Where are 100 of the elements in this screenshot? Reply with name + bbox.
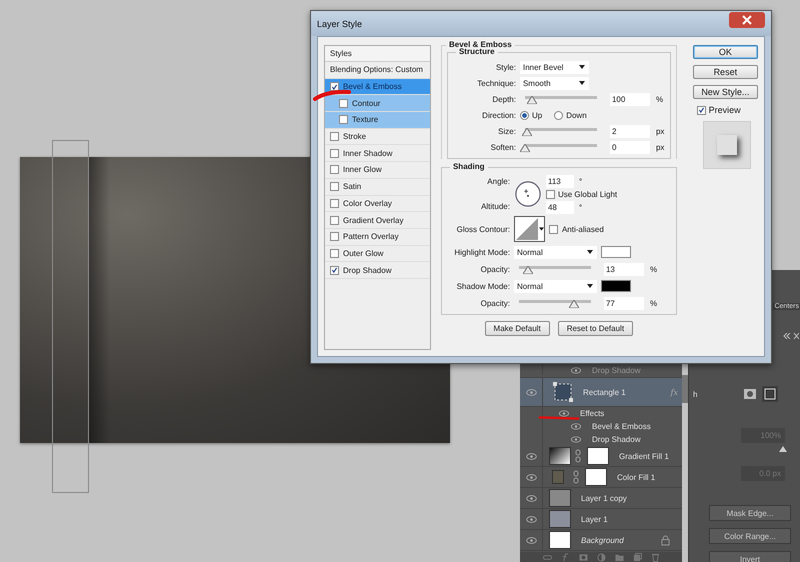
dropdown[interactable]: Normal xyxy=(514,280,597,292)
panel-button[interactable]: Invert xyxy=(709,551,791,562)
style-label: Blending Options: Custom xyxy=(330,65,423,74)
layer-row[interactable]: Effects xyxy=(520,407,682,420)
dialog-button[interactable]: OK xyxy=(692,45,758,59)
value-field[interactable]: 100 xyxy=(610,92,650,106)
eye-icon[interactable] xyxy=(526,516,536,522)
chain-link-icon[interactable] xyxy=(573,470,579,484)
layer-row[interactable]: Layer 1 xyxy=(520,509,682,530)
close-icon[interactable] xyxy=(729,12,765,28)
panel-button[interactable]: Color Range... xyxy=(709,528,791,544)
style-item[interactable]: Outer Glow xyxy=(325,246,430,262)
color-swatch[interactable] xyxy=(600,246,631,258)
slider-thumb[interactable] xyxy=(523,266,534,274)
style-item[interactable]: Pattern Overlay xyxy=(325,228,430,246)
style-item[interactable]: Color Overlay xyxy=(325,196,430,212)
checkbox[interactable] xyxy=(339,115,348,124)
radio-label: Down xyxy=(566,110,587,120)
layer-row[interactable]: Gradient Fill 1 xyxy=(520,446,682,467)
dropdown[interactable]: Smooth xyxy=(520,76,589,90)
slider-thumb[interactable] xyxy=(520,144,530,152)
checkbox[interactable] xyxy=(548,224,558,234)
eye-icon[interactable] xyxy=(571,423,581,430)
dialog-button[interactable]: Reset to Default xyxy=(558,321,634,336)
checkbox[interactable] xyxy=(330,132,339,142)
color-swatch[interactable] xyxy=(600,280,631,292)
checkbox[interactable] xyxy=(330,232,339,242)
dialog-button[interactable]: New Style... xyxy=(692,85,758,99)
eye-icon[interactable] xyxy=(571,367,581,374)
eye-icon[interactable] xyxy=(571,436,581,443)
style-item[interactable]: Gradient Overlay xyxy=(325,212,430,229)
style-label: Inner Shadow xyxy=(343,148,392,158)
mask-icon[interactable] xyxy=(578,552,588,562)
fx-icon[interactable] xyxy=(560,552,570,562)
layer-name: Drop Shadow xyxy=(592,435,640,444)
slider-thumb[interactable] xyxy=(527,96,538,104)
value-field[interactable]: 77 xyxy=(604,296,644,310)
field-label: Depth: xyxy=(491,94,516,104)
slider-thumb[interactable] xyxy=(522,128,532,136)
folder-icon[interactable] xyxy=(614,552,624,562)
slider-thumb[interactable] xyxy=(779,446,787,452)
checkbox[interactable] xyxy=(546,190,555,198)
eye-icon[interactable] xyxy=(526,494,536,502)
slider-thumb[interactable] xyxy=(569,300,580,308)
value-field[interactable]: 13 xyxy=(604,262,644,276)
value-field[interactable]: 0 xyxy=(610,140,650,154)
angle-dial[interactable] xyxy=(514,180,542,208)
checkbox[interactable] xyxy=(330,182,339,192)
style-item[interactable]: Stroke xyxy=(325,128,430,146)
value-field[interactable]: 2 xyxy=(610,124,650,138)
layer-thumbnail xyxy=(549,531,571,549)
dialog-button[interactable]: Make Default xyxy=(484,321,550,336)
layer-row[interactable]: Rectangle 1 fx xyxy=(520,378,682,407)
style-item[interactable]: Contour xyxy=(325,95,430,112)
unit-label: % xyxy=(650,298,658,308)
checkbox[interactable] xyxy=(330,148,339,158)
caret-icon xyxy=(578,65,585,69)
style-item[interactable]: Inner Shadow xyxy=(325,145,430,162)
dropdown[interactable]: Normal xyxy=(514,246,597,258)
eye-icon[interactable] xyxy=(526,388,536,396)
checkbox[interactable] xyxy=(696,106,706,114)
radio-button[interactable] xyxy=(520,110,529,120)
checkbox[interactable] xyxy=(339,98,348,108)
field-label: Opacity: xyxy=(480,298,510,308)
mask-buttons-icon[interactable] xyxy=(743,386,779,402)
checkbox[interactable] xyxy=(330,248,339,258)
checkbox[interactable] xyxy=(330,266,339,275)
panel-button[interactable]: Mask Edge... xyxy=(709,505,791,521)
layer-row[interactable]: Background xyxy=(520,530,682,551)
style-label: Contour xyxy=(352,98,380,108)
radio-button[interactable] xyxy=(554,110,564,120)
style-item[interactable]: Satin xyxy=(325,178,430,196)
checkbox[interactable] xyxy=(330,82,339,92)
layer-row[interactable]: Bevel & Emboss xyxy=(520,420,682,433)
eye-icon[interactable] xyxy=(526,536,536,544)
contour-picker[interactable] xyxy=(514,216,545,242)
layer-row[interactable]: Layer 1 copy xyxy=(520,488,682,509)
dialog-button[interactable]: Reset xyxy=(692,65,758,79)
eye-icon[interactable] xyxy=(526,474,536,480)
scrollbar[interactable] xyxy=(682,375,688,403)
layer-row[interactable]: Color Fill 1 xyxy=(520,467,682,488)
checkbox[interactable] xyxy=(330,165,339,174)
style-item[interactable]: Inner Glow xyxy=(325,162,430,179)
style-item[interactable]: Drop Shadow xyxy=(325,262,430,279)
altitude-field[interactable]: 48 xyxy=(546,200,574,214)
style-item[interactable]: Texture xyxy=(325,112,430,129)
angle-field[interactable]: 113 xyxy=(546,174,574,188)
checkbox[interactable] xyxy=(330,198,339,208)
layer-name: Color Fill 1 xyxy=(617,472,656,482)
half-circle-icon[interactable] xyxy=(596,552,606,562)
collapse-close-icon[interactable] xyxy=(783,333,799,339)
chain-link-icon[interactable] xyxy=(575,449,581,463)
eye-icon[interactable] xyxy=(526,452,536,460)
layer-row[interactable]: Drop Shadow xyxy=(520,433,682,446)
eye-icon[interactable] xyxy=(559,410,569,417)
trash-icon[interactable] xyxy=(650,552,660,562)
dropdown[interactable]: Inner Bevel xyxy=(520,60,589,74)
link-icon[interactable] xyxy=(542,552,552,562)
new-layer-icon[interactable] xyxy=(632,552,642,562)
checkbox[interactable] xyxy=(330,216,339,225)
